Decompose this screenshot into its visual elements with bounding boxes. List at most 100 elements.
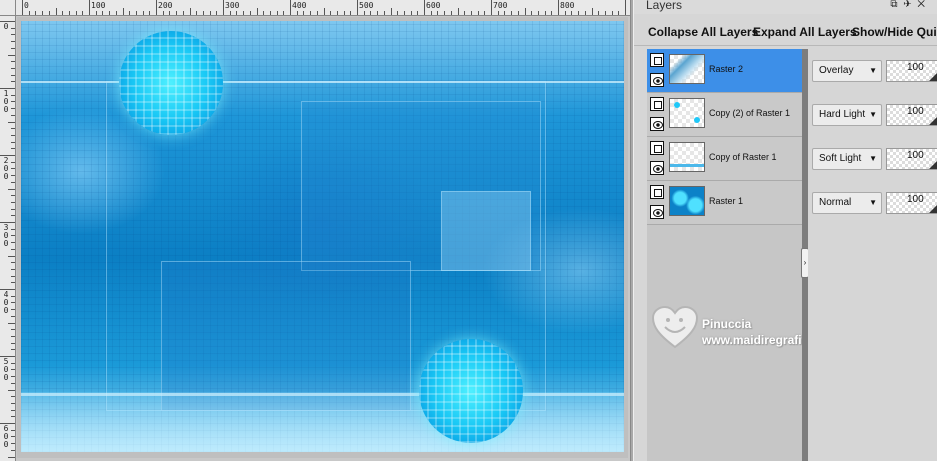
vertical-ruler[interactable]: 0 100 200 300 400 500 600 — [0, 16, 16, 461]
ruler-tick — [162, 11, 164, 15]
opacity-field[interactable]: 100 — [886, 104, 937, 126]
ruler-tick — [491, 0, 492, 15]
chevron-down-icon: ▼ — [869, 66, 877, 75]
pin-icon[interactable]: ✈ — [903, 0, 917, 10]
ruler-tick — [437, 11, 439, 15]
visibility-eye-icon[interactable] — [650, 205, 664, 219]
ruler-tick — [11, 108, 15, 110]
opacity-field[interactable]: 100 — [886, 192, 937, 214]
ruler-tick — [11, 315, 15, 317]
ruler-tick — [269, 11, 271, 15]
ruler-tick — [524, 8, 526, 15]
ruler-tick — [11, 409, 15, 411]
ruler-tick — [35, 11, 37, 15]
horizontal-ruler[interactable]: 0 100 200 300 400 500 600 700 800 — [16, 0, 630, 16]
ruler-tick — [591, 8, 593, 15]
layer-row-copy-of-raster-1[interactable]: Copy of Raster 1 — [647, 137, 802, 181]
ruler-tick — [537, 11, 539, 15]
ruler-tick — [129, 11, 131, 15]
visibility-eye-icon[interactable] — [650, 73, 664, 87]
close-icon[interactable]: ✕ — [917, 0, 931, 10]
ruler-tick — [430, 11, 432, 15]
ruler-tick — [11, 429, 15, 431]
layer-group-icon[interactable] — [650, 97, 664, 111]
layer-group-icon[interactable] — [650, 141, 664, 155]
ruler-tick — [11, 369, 15, 371]
ruler-tick — [11, 27, 15, 29]
ruler-tick — [223, 0, 224, 15]
ruler-label: 400 — [292, 1, 307, 10]
blend-mode-dropdown[interactable]: Normal ▼ — [812, 192, 882, 214]
blend-mode-label: Overlay — [819, 65, 854, 76]
blend-mode-dropdown[interactable]: Hard Light ▼ — [812, 104, 882, 126]
opacity-slider-icon[interactable] — [929, 73, 937, 81]
layer-thumbnail — [669, 54, 705, 84]
ruler-tick — [11, 228, 15, 230]
ruler-tick — [484, 11, 486, 15]
ruler-tick — [598, 11, 600, 15]
ruler-tick — [11, 396, 15, 398]
opacity-value: 100 — [907, 194, 924, 205]
opacity-slider-icon[interactable] — [929, 117, 937, 125]
ruler-tick — [578, 11, 580, 15]
collapse-all-layers-button[interactable]: Collapse All Layers — [648, 25, 758, 39]
ruler-tick — [611, 11, 613, 15]
layers-toolbar: Collapse All Layers Expand All Layers Sh… — [634, 18, 937, 46]
ruler-tick — [68, 11, 70, 15]
ruler-tick — [11, 47, 15, 49]
opacity-field[interactable]: 100 — [886, 148, 937, 170]
ruler-tick — [336, 11, 338, 15]
layer-group-icon[interactable] — [650, 185, 664, 199]
square-panel-lower — [161, 261, 411, 411]
ruler-tick — [48, 11, 50, 15]
float-icon[interactable]: ⧉ — [890, 0, 903, 10]
expand-all-layers-button[interactable]: Expand All Layers — [753, 25, 857, 39]
panel-titlebar: Layers ⧉✈✕ — [634, 0, 937, 14]
ruler-tick — [11, 175, 15, 177]
opacity-slider-icon[interactable] — [929, 161, 937, 169]
ruler-tick — [42, 11, 44, 15]
ruler-corner — [0, 0, 16, 16]
ruler-tick — [256, 8, 258, 15]
ruler-tick — [11, 114, 15, 116]
ruler-tick — [11, 134, 15, 136]
panel-window-buttons: ⧉✈✕ — [890, 0, 931, 10]
layer-group-icon[interactable] — [650, 53, 664, 67]
ruler-tick — [11, 215, 15, 217]
visibility-eye-icon[interactable] — [650, 161, 664, 175]
blend-row: Soft Light ▼ 100 — [808, 137, 937, 181]
canvas-area: 0 100 200 300 400 500 600 700 800 0 100 200 300 400 5… — [0, 0, 630, 461]
opacity-field[interactable]: 100 — [886, 60, 937, 82]
ruler-tick — [243, 11, 245, 15]
ruler-tick — [517, 11, 519, 15]
ruler-label: 600 — [426, 1, 441, 10]
opacity-slider-icon[interactable] — [929, 205, 937, 213]
layer-row-raster-2[interactable]: Raster 2 — [647, 49, 802, 93]
ruler-tick — [11, 262, 15, 264]
ruler-tick — [444, 11, 446, 15]
ruler-tick — [11, 141, 15, 143]
chevron-down-icon: ▼ — [869, 198, 877, 207]
blend-mode-dropdown[interactable]: Overlay ▼ — [812, 60, 882, 82]
image-canvas[interactable] — [21, 21, 624, 452]
ruler-tick — [625, 0, 626, 15]
cyan-mosaic-circle-bottom — [419, 339, 523, 443]
layer-row-copy-2-of-raster-1[interactable]: Copy (2) of Raster 1 — [647, 93, 802, 137]
ruler-tick — [571, 11, 573, 15]
ruler-tick — [236, 11, 238, 15]
ruler-tick — [11, 449, 15, 451]
ruler-tick — [11, 282, 15, 284]
ruler-label: 700 — [493, 1, 508, 10]
blend-mode-dropdown[interactable]: Soft Light ▼ — [812, 148, 882, 170]
ruler-tick — [8, 322, 15, 324]
ruler-tick — [75, 11, 77, 15]
layer-row-raster-1[interactable]: Raster 1 — [647, 181, 802, 225]
ruler-tick — [11, 181, 15, 183]
chevron-down-icon: ▼ — [869, 110, 877, 119]
ruler-tick — [511, 11, 513, 15]
show-hide-quick-button[interactable]: Show/Hide Quick — [852, 25, 937, 39]
app-window: 0 100 200 300 400 500 600 700 800 0 100 200 300 400 5… — [0, 0, 937, 461]
ruler-tick — [196, 11, 198, 15]
visibility-eye-icon[interactable] — [650, 117, 664, 131]
ruler-tick — [169, 11, 171, 15]
